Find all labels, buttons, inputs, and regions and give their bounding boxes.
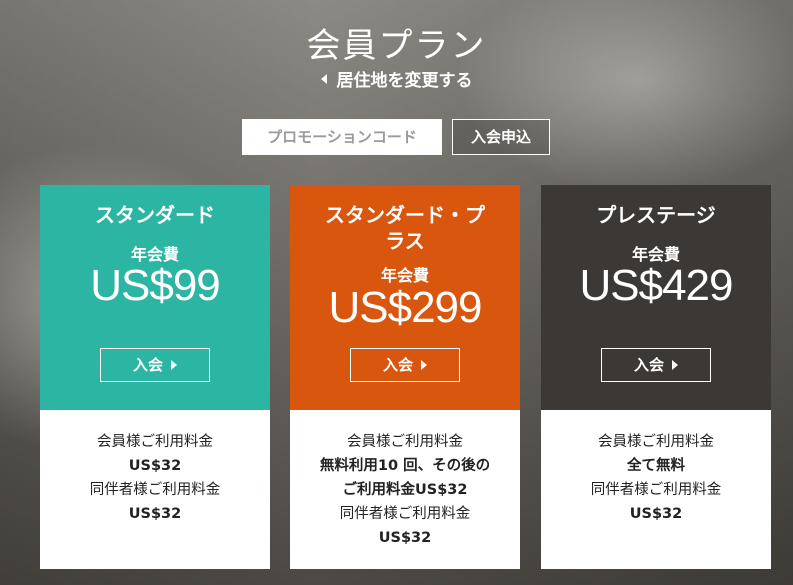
change-country-link[interactable]: 居住地を変更する [0,66,793,91]
detail-line: 無料利用10 回、その後の [319,458,491,474]
plan-card-prestige: プレステージ 年会費 US$429 入会 会員様ご利用料金 全て無料 同伴者様ご… [541,185,771,569]
plan-price: US$429 [579,261,733,310]
plan-card-header: スタンダード 年会費 US$99 入会 [40,185,270,410]
plan-card-standard-plus: スタンダード・プ ラス 年会費 US$299 入会 会員様ご利用料金 無料利用1… [290,185,520,569]
triangle-left-icon [320,74,327,84]
plan-card-header: プレステージ 年会費 US$429 入会 [541,185,771,410]
page-title: 会員プラン [306,26,487,66]
plan-details: 会員様ご利用料金 無料利用10 回、その後の ご利用料金US$32 同伴者様ご利… [290,410,520,569]
join-plan-label: 入会 [132,356,163,374]
detail-line: 同伴者様ご利用料金 [590,482,722,498]
triangle-right-icon [421,359,427,370]
detail-line: 全て無料 [627,458,685,474]
plan-name-line2: ラス [385,229,425,253]
join-plan-button[interactable]: 入会 [350,348,460,382]
plan-name-line1: スタンダード・プ [325,203,485,227]
join-apply-button[interactable]: 入会申込 [452,119,550,155]
join-plan-button[interactable]: 入会 [601,348,711,382]
change-country-label: 居住地を変更する [336,71,473,91]
detail-line: 会員様ご利用料金 [598,434,714,450]
plan-details: 会員様ご利用料金 全て無料 同伴者様ご利用料金 US$32 [541,410,771,569]
plan-price: US$299 [328,283,482,332]
plan-name: プレステージ [596,203,716,227]
promo-code-input[interactable] [242,119,442,155]
triangle-right-icon [672,359,678,370]
plan-name: スタンダード [95,203,215,227]
join-plan-label: 入会 [382,356,413,374]
plan-price: US$99 [90,261,221,310]
detail-line: US$32 [128,458,182,474]
detail-line: ご利用料金US$32 [342,482,468,498]
join-plan-button[interactable]: 入会 [100,348,210,382]
detail-line: US$32 [378,530,432,546]
detail-line: 同伴者様ご利用料金 [89,482,221,498]
plan-details: 会員様ご利用料金 US$32 同伴者様ご利用料金 US$32 [40,410,270,569]
join-plan-label: 入会 [633,356,664,374]
detail-line: 同伴者様ご利用料金 [339,506,471,522]
triangle-right-icon [171,359,177,370]
detail-line: 会員様ご利用料金 [97,434,213,450]
plan-card-standard: スタンダード 年会費 US$99 入会 会員様ご利用料金 US$32 同伴者様ご… [40,185,270,569]
detail-line: US$32 [629,506,683,522]
plan-card-header: スタンダード・プ ラス 年会費 US$299 入会 [290,185,520,410]
detail-line: US$32 [128,506,182,522]
detail-line: 会員様ご利用料金 [347,434,463,450]
